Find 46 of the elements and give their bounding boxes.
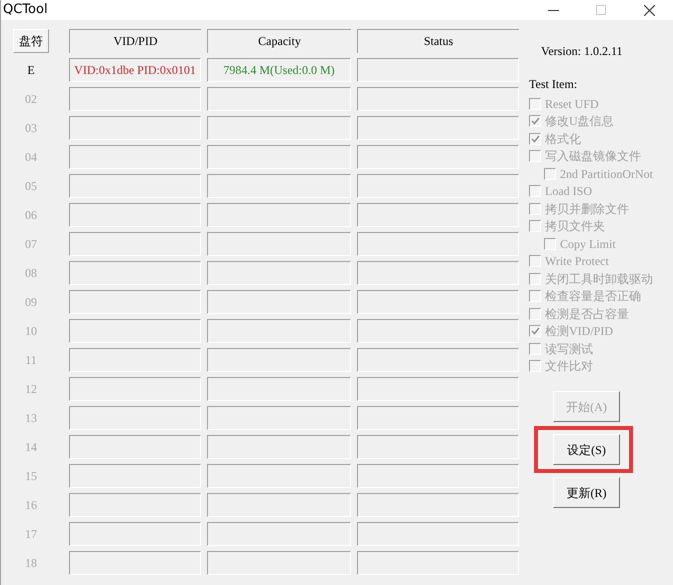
action-button[interactable]: 更新(R)	[553, 477, 620, 508]
table-cell: 7984.4 M(Used:0.0 M)	[207, 58, 351, 82]
checkbox-label: 写入磁盘镜像文件	[545, 150, 641, 162]
checkbox-label: 拷贝文件夹	[545, 220, 605, 232]
checkbox-label: 拷贝并删除文件	[545, 202, 629, 215]
drive-label: 14	[24, 439, 38, 456]
checkbox-label: 检查容量是否正确	[545, 290, 641, 302]
column-header: VID/PID	[69, 29, 201, 53]
drive-label: 18	[24, 555, 38, 572]
checkbox-label: Copy Limit	[560, 238, 616, 250]
drive-label: 13	[24, 410, 38, 427]
drive-label: 07	[24, 236, 38, 253]
column-header: 盘符	[13, 29, 49, 53]
checkbox-label: Reset UFD	[545, 98, 599, 110]
drive-label: 11	[24, 352, 38, 369]
table-cell: VID:0x1dbe PID:0x0101	[69, 58, 201, 82]
drive-label: 10	[24, 323, 38, 340]
drive-label: 15	[24, 468, 38, 485]
drive-label: 03	[24, 120, 38, 137]
drive-label: 02	[24, 91, 38, 108]
checkbox-label: 读写测试	[545, 342, 593, 355]
drive-label: 17	[24, 526, 38, 543]
version-label: Version: 1.0.2.11	[540, 43, 624, 60]
column-header: Status	[357, 29, 519, 53]
checkbox-label: 格式化	[545, 132, 581, 145]
section-label: Test Item:	[529, 76, 578, 93]
drive-label: 16	[24, 497, 38, 514]
drive-label: 09	[24, 294, 38, 311]
drive-label: 12	[24, 381, 38, 398]
checkbox-label: 2nd PartitionOrNot	[560, 168, 653, 180]
drive-label: 05	[24, 178, 38, 195]
drive-label: 08	[24, 265, 38, 282]
check-icon	[530, 327, 540, 336]
checkbox-label: 文件比对	[545, 360, 593, 372]
checkbox-label: 检测是否占容量	[545, 308, 629, 320]
checkbox-label: Write Protect	[545, 255, 609, 268]
checkbox-label: 检测VID/PID	[545, 325, 613, 338]
checkbox-label: 修改U盘信息	[545, 115, 614, 128]
checkbox-label: 关闭工具时卸载驱动	[545, 272, 653, 285]
drive-label: 06	[24, 207, 38, 224]
checkbox-label: Load ISO	[545, 185, 592, 198]
column-header: Capacity	[207, 29, 351, 53]
window-title: QCTool	[2, 1, 49, 20]
drive-label: 04	[24, 149, 38, 166]
action-button[interactable]: 设定(S)	[553, 434, 620, 465]
drive-label: E	[26, 62, 36, 79]
